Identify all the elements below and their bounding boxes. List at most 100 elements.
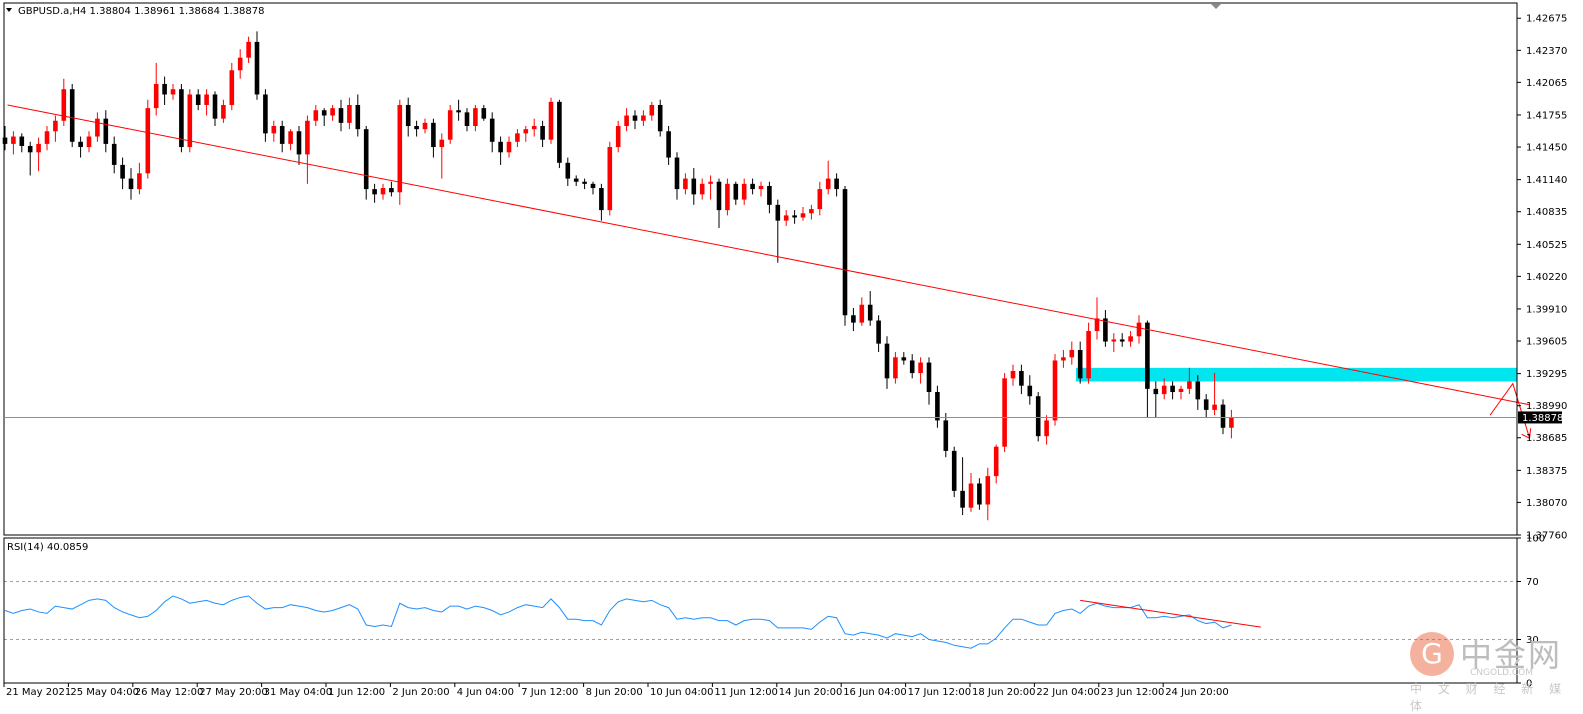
candle-body [44,131,50,144]
candle-body [918,362,923,374]
candle-body [447,110,453,140]
x-tick-label: 2 Jun 20:00 [392,687,449,698]
candle [951,446,957,498]
candle-body [53,120,58,132]
candle-body [498,141,503,153]
candle-body [515,133,520,142]
candle-body [977,483,982,505]
candle [1002,373,1007,452]
candle-body [204,94,209,105]
watermark-subtitle: 中 文 财 经 新 媒 体 [1410,682,1568,713]
candle-body [893,357,898,379]
candle-body [657,104,663,132]
candle-body [363,129,369,190]
candle-body [951,450,957,491]
candle-body [128,178,134,190]
candle [657,99,663,137]
candle-body [565,162,571,179]
x-tick-label: 1 Jun 12:00 [328,687,385,698]
candle-body [851,315,856,323]
candle-body [523,129,529,134]
price-y-tick-label: 1.40220 [1526,272,1567,283]
candle-body [1128,336,1133,342]
price-y-tick-label: 1.40525 [1526,240,1567,251]
candle-body [666,131,671,158]
candle-body [674,157,680,190]
x-tick-label: 17 Jun 12:00 [908,687,972,698]
candle-body [1145,322,1150,389]
candle-body [414,126,419,130]
candle-body [1136,322,1142,337]
candle-body [1069,349,1075,358]
candle-body [237,57,243,71]
candle-body [935,392,940,421]
candle-body [1010,370,1016,379]
candle-body [1203,399,1209,410]
candle-body [1019,370,1024,386]
x-tick-label: 7 Jun 12:00 [521,687,578,698]
candle-body [506,141,512,153]
candle-body [355,104,361,130]
x-tick-label: 8 Jun 20:00 [586,687,643,698]
x-tick-label: 25 May 04:00 [70,687,139,698]
price-y-tick-label: 1.42065 [1526,78,1567,89]
candle-body [1178,388,1184,393]
candle-body [767,185,772,205]
candle-body [985,476,991,505]
candle-body [842,189,848,316]
current-price-label: 1.38878 [1522,413,1563,424]
candle-body [615,126,621,148]
x-tick-label: 26 May 12:00 [135,687,204,698]
candle-body [111,143,117,165]
x-tick-label: 31 May 04:00 [264,687,333,698]
candle [397,99,403,205]
candle [145,99,151,179]
candle-body [263,94,268,134]
rsi-y-tick-label: 100 [1526,534,1545,545]
candle-body [993,446,999,477]
candle-body [540,126,545,140]
x-tick-label: 27 May 20:00 [199,687,268,698]
candle-body [95,118,100,137]
candle-body [783,215,789,221]
candle-body [1086,331,1091,379]
candle [557,99,562,169]
candle-body [1077,349,1083,379]
price-y-tick-label: 1.39910 [1526,304,1567,315]
candle-body [590,183,596,189]
candle-body [867,304,873,321]
watermark: G 中金网 CNGOLD.COM 中 文 财 经 新 媒 体 [1410,630,1580,713]
candle [548,97,554,144]
candle-body [296,131,302,155]
price-y-tick-label: 1.39295 [1526,369,1567,380]
support-resistance-zone-layer [1076,367,1517,382]
candle-body [246,41,251,58]
candle-body [229,70,235,105]
candle-body [800,213,806,218]
candle-body [11,136,16,144]
candle-body [775,204,781,221]
candle-body [36,143,41,153]
candle [1035,392,1041,442]
candle-body [321,110,327,116]
candle-body [809,209,814,214]
candle-body [641,115,646,121]
candle-body [1170,385,1175,393]
candle-body [741,183,747,200]
x-tick-label: 4 Jun 04:00 [457,687,514,698]
candle-body [1061,357,1066,361]
candle-body [1119,339,1125,342]
candle-body [1220,404,1226,428]
candle-body [548,101,554,140]
candle-body [683,178,688,190]
candle-body [1111,339,1117,342]
candle-body [78,141,83,148]
candle [363,126,369,200]
candle-body [699,183,705,195]
candle-body [691,178,697,195]
candle-body [187,94,193,148]
candle-body [305,120,310,155]
resistance-zone [1076,367,1517,382]
candle-body [733,183,739,200]
candle-body [397,104,403,193]
